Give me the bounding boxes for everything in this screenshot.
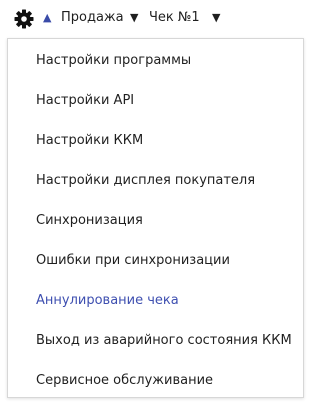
settings-dropdown-menu: Настройки программы Настройки API Настро… (7, 38, 304, 398)
receipt-selector-label[interactable]: Чек №1 (149, 9, 200, 27)
receipt-dropdown-icon[interactable]: ▼ (212, 11, 220, 25)
menu-item-service-maintenance[interactable]: Сервисное обслуживание (8, 361, 303, 401)
menu-item-customer-display[interactable]: Настройки дисплея покупателя (8, 161, 303, 201)
mode-dropdown-icon[interactable]: ▼ (130, 11, 138, 25)
menu-item-synchronization[interactable]: Синхронизация (8, 201, 303, 241)
menu-item-sync-errors[interactable]: Ошибки при синхронизации (8, 241, 303, 281)
triangle-up-icon[interactable]: ▲ (43, 11, 51, 25)
menu-item-kkm-settings[interactable]: Настройки ККМ (8, 121, 303, 161)
menu-item-exit-emergency-state[interactable]: Выход из аварийного состояния ККМ (8, 321, 303, 361)
top-toolbar: ▲ Продажа ▼ Чек №1 ▼ (0, 0, 306, 38)
menu-item-api-settings[interactable]: Настройки API (8, 81, 303, 121)
menu-item-cancel-receipt[interactable]: Аннулирование чека (8, 281, 303, 321)
menu-item-program-settings[interactable]: Настройки программы (8, 41, 303, 81)
gear-icon[interactable] (14, 9, 34, 29)
mode-selector-label[interactable]: Продажа (61, 9, 124, 27)
